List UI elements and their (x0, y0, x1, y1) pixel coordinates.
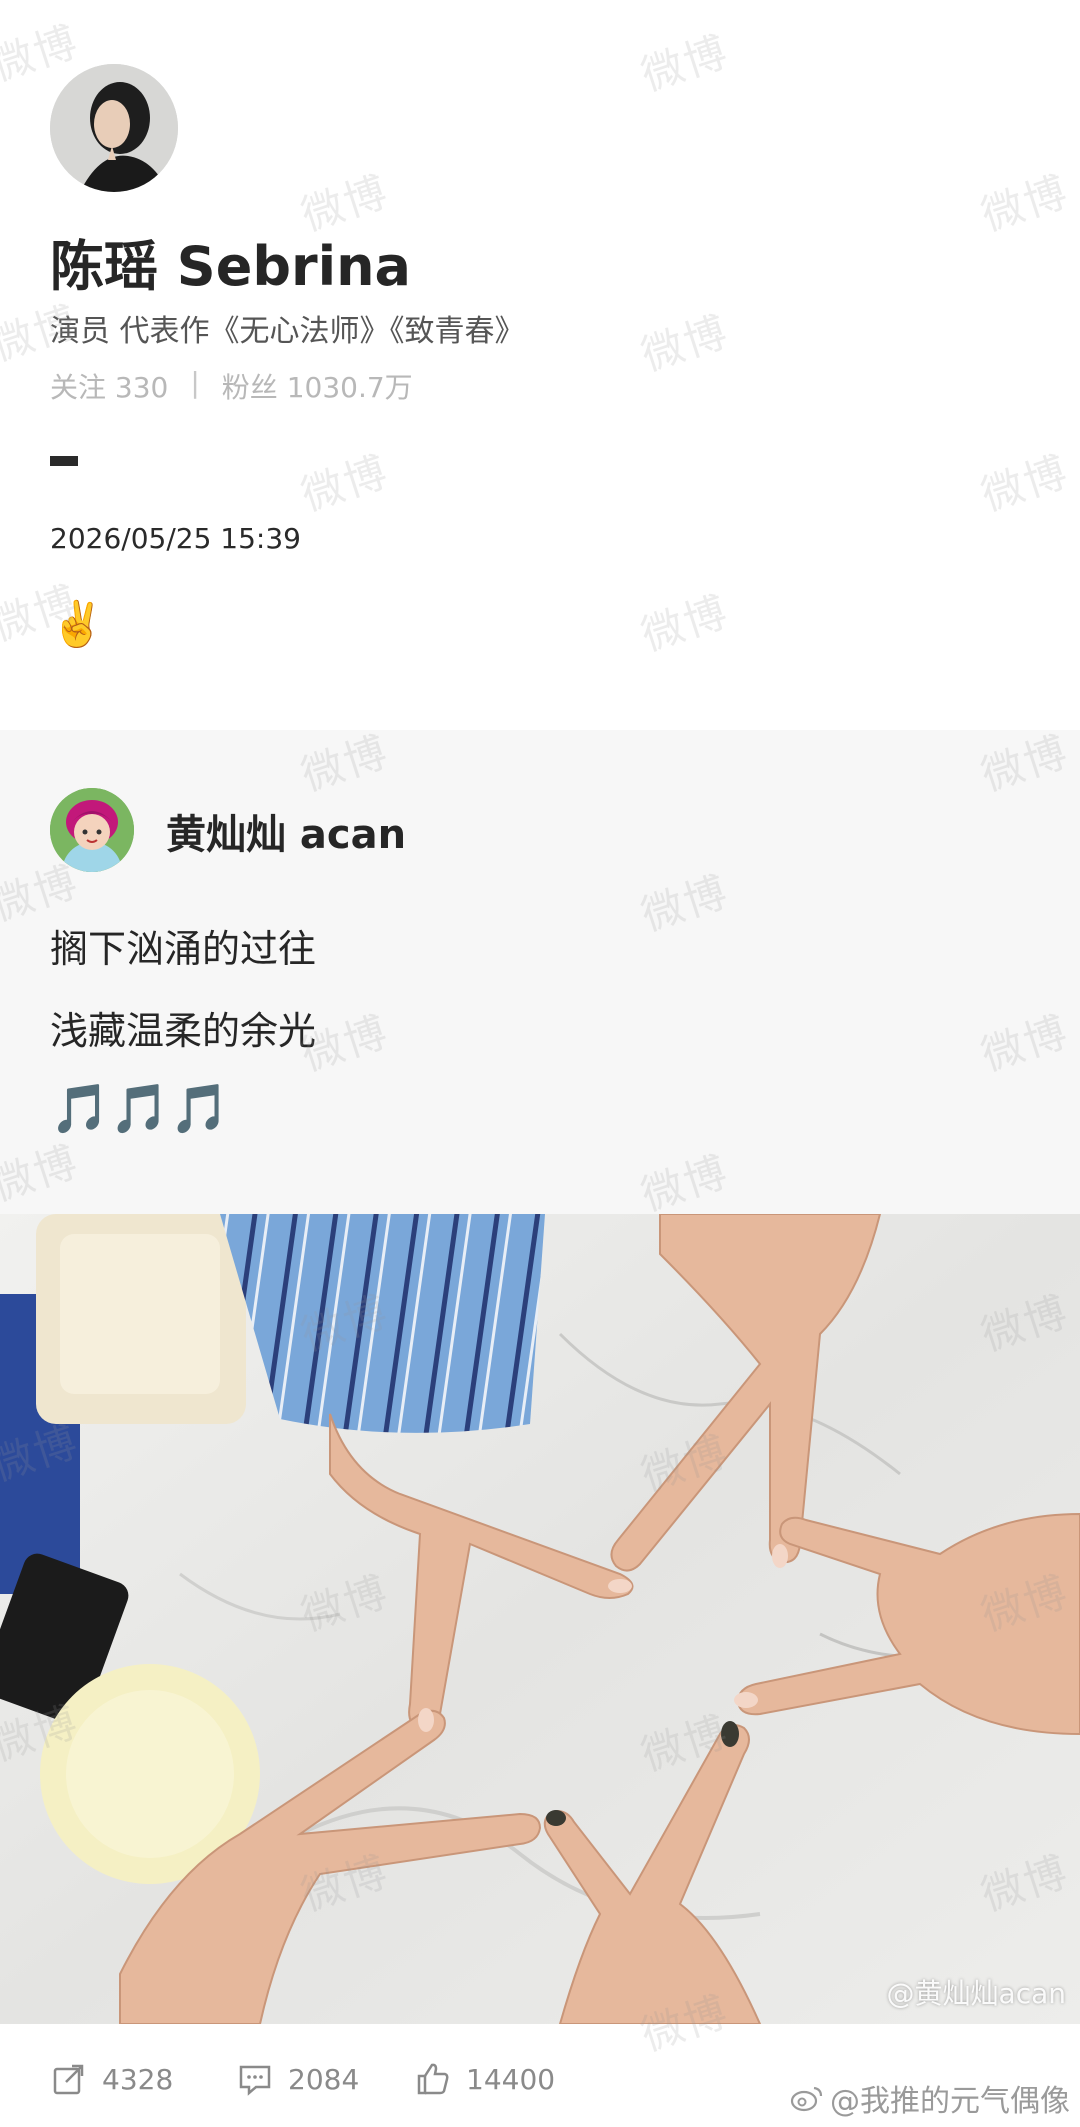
repost-card[interactable]: 黄灿灿 acan 搁下汹涌的过往 浅藏温柔的余光 🎵🎵🎵 (0, 730, 1080, 1214)
comment-button[interactable]: 2084 (236, 2060, 359, 2098)
bottom-credit-text: @我推的元气偶像 (830, 2084, 1070, 2119)
post-timestamp: 2026/05/25 15:39 (50, 522, 301, 555)
profile-bio: 演员 代表作《无心法师》《致青春》 (50, 314, 525, 349)
like-count: 14400 (466, 2062, 556, 2096)
repost-count: 4328 (102, 2062, 174, 2096)
profile-name[interactable]: 陈瑶 Sebrina (50, 222, 411, 301)
repost-text-line-2: 浅藏温柔的余光 (50, 1009, 317, 1053)
followers-count[interactable]: 粉丝 1030.7万 (222, 366, 413, 406)
following-count[interactable]: 关注 330 (50, 366, 168, 406)
post-photo[interactable]: @黄灿灿acan (0, 1214, 1080, 2024)
profile-header: 陈瑶 Sebrina 演员 代表作《无心法师》《致青春》 关注 330 | 粉丝… (0, 0, 1080, 730)
bottom-watermark: @我推的元气偶像 (790, 2076, 1070, 2120)
comment-icon (239, 2065, 271, 2096)
repost-author-name[interactable]: 黄灿灿 acan (166, 802, 406, 860)
cartoon-girl-avatar-icon (50, 788, 134, 872)
stats-separator: | (190, 366, 200, 399)
like-button[interactable]: 14400 (414, 2060, 555, 2098)
repost-text-line-3: 🎵🎵🎵 (50, 1081, 230, 1137)
thumbs-up-icon (417, 2063, 449, 2095)
repost-text-line-1: 搁下汹涌的过往 (50, 927, 317, 971)
peace-sign-hands-photo-icon (0, 1214, 1080, 2024)
repost-author-avatar[interactable] (50, 788, 134, 872)
repost-button[interactable]: 4328 (50, 2060, 173, 2098)
share-icon (53, 2064, 84, 2095)
action-bar: 4328 2084 14400 @我推的元气偶像 (0, 2024, 1080, 2127)
comment-count: 2084 (288, 2062, 360, 2096)
profile-avatar[interactable] (50, 64, 178, 192)
divider-dash (50, 456, 78, 466)
post-text: ✌️ (50, 599, 105, 650)
weibo-logo-icon (790, 2086, 823, 2112)
photo-credit-watermark: @黄灿灿acan (886, 1977, 1066, 2010)
follow-stats: 关注 330 | 粉丝 1030.7万 (50, 366, 413, 406)
user-avatar-photo-icon (50, 64, 178, 192)
